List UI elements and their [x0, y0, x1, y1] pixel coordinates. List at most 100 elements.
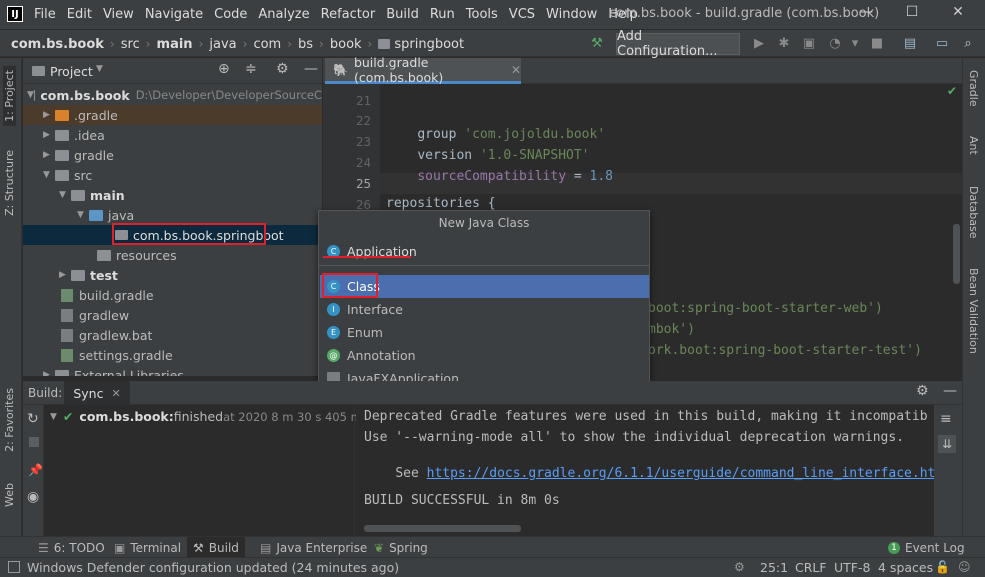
- add-configuration-button[interactable]: Add Configuration...: [616, 29, 740, 59]
- status-line-separator[interactable]: CRLF: [795, 560, 827, 575]
- close-tab-icon[interactable]: ✕: [111, 387, 120, 400]
- tree-item-settings-gradle[interactable]: settings.gradle: [23, 345, 322, 365]
- crumb-springboot[interactable]: springboot: [394, 37, 464, 52]
- tab-bean-validation[interactable]: Bean Validation: [967, 268, 980, 354]
- tab-web[interactable]: Web: [3, 483, 16, 507]
- status-encoding[interactable]: UTF-8: [834, 560, 870, 575]
- tree-item-resources[interactable]: resources: [23, 245, 322, 265]
- kind-annotation[interactable]: @ Annotation: [320, 344, 649, 367]
- menu-file[interactable]: File: [34, 7, 56, 22]
- kind-label: Interface: [347, 302, 403, 317]
- terminal-window-icon[interactable]: ▭: [933, 35, 951, 53]
- chevron-down-icon[interactable]: ▾: [846, 35, 864, 53]
- stop-icon[interactable]: ■: [868, 35, 886, 53]
- terminal-icon: ▣: [114, 540, 126, 555]
- tool-todo[interactable]: ☰ 6: TODO: [32, 537, 111, 558]
- status-indent[interactable]: 4 spaces: [878, 560, 933, 575]
- stop-icon[interactable]: [29, 437, 39, 447]
- tree-item-label: test: [90, 267, 118, 283]
- menu-build[interactable]: Build: [386, 7, 419, 22]
- status-position[interactable]: 25:1: [760, 560, 788, 575]
- menu-refactor[interactable]: Refactor: [321, 7, 376, 22]
- hide-icon[interactable]: —: [304, 61, 318, 77]
- tree-item-dotgradle[interactable]: ▶ .gradle: [23, 105, 322, 125]
- tree-item-main[interactable]: ▼ main: [23, 185, 322, 205]
- editor-tab-build-gradle[interactable]: 🐘 build.gradle (com.bs.book) ✕: [325, 55, 521, 85]
- crumb-src[interactable]: src: [121, 37, 140, 52]
- kind-interface[interactable]: I Interface: [320, 298, 649, 321]
- debug-icon[interactable]: ✱: [775, 35, 793, 53]
- tool-terminal[interactable]: ▣ Terminal: [108, 537, 187, 558]
- inspector-icon[interactable]: ☺: [958, 560, 971, 574]
- tool-build[interactable]: ⚒ Build: [187, 537, 245, 558]
- run-icon[interactable]: ▶: [750, 35, 768, 53]
- close-tab-icon[interactable]: ✕: [511, 63, 521, 77]
- status-message[interactable]: Windows Defender configuration updated (…: [27, 560, 399, 575]
- hide-icon[interactable]: —: [943, 383, 957, 399]
- crumb-com[interactable]: com: [253, 37, 281, 52]
- menu-edit[interactable]: Edit: [67, 7, 92, 22]
- chevron-down-icon[interactable]: ▼: [96, 64, 103, 74]
- tree-item-external-libraries[interactable]: ▶ External Libraries: [23, 365, 322, 376]
- tree-item-build-gradle[interactable]: build.gradle: [23, 285, 322, 305]
- tree-item-src[interactable]: ▼ src: [23, 165, 322, 185]
- project-structure-icon[interactable]: ▤: [901, 35, 919, 53]
- project-panel-title[interactable]: Project: [50, 64, 93, 79]
- crumb-book[interactable]: book: [330, 37, 362, 52]
- tab-sync[interactable]: Sync ✕: [64, 381, 130, 405]
- kind-enum[interactable]: E Enum: [320, 321, 649, 344]
- tool-spring[interactable]: ❦ Spring: [368, 537, 434, 558]
- soft-wrap-icon[interactable]: ≡: [940, 411, 952, 427]
- menu-window[interactable]: Window: [546, 7, 597, 22]
- scroll-to-end-icon[interactable]: ⇊: [938, 435, 956, 453]
- rerun-icon[interactable]: ↻: [27, 411, 39, 427]
- menu-code[interactable]: Code: [214, 7, 247, 22]
- crumb-project[interactable]: com.bs.book: [11, 37, 104, 52]
- build-status-row[interactable]: ▼ ✔ com.bs.book: finished at 2020 8 m 30…: [50, 409, 368, 424]
- eye-icon[interactable]: ◉: [27, 489, 39, 505]
- tree-item-test[interactable]: ▶ test: [23, 265, 322, 285]
- build-output-console[interactable]: Deprecated Gradle features were used in …: [356, 405, 934, 536]
- menu-run[interactable]: Run: [430, 7, 455, 22]
- docs-link[interactable]: https://docs.gradle.org/6.1.1/userguide/…: [427, 466, 934, 481]
- editor-scrollbar[interactable]: [953, 224, 960, 284]
- crumb-bs[interactable]: bs: [298, 37, 313, 52]
- tab-ant[interactable]: Ant: [967, 136, 980, 155]
- crumb-java[interactable]: java: [209, 37, 236, 52]
- gear-icon[interactable]: ⚙: [276, 61, 289, 77]
- tree-item-idea[interactable]: ▶ .idea: [23, 125, 322, 145]
- tool-java-enterprise[interactable]: ▤ Java Enterprise: [254, 537, 373, 558]
- tab-favorites[interactable]: 2: Favorites: [3, 388, 16, 452]
- tab-database[interactable]: Database: [967, 186, 980, 239]
- gear-icon[interactable]: ⚙: [916, 383, 929, 399]
- horizontal-scrollbar[interactable]: [364, 525, 521, 532]
- pin-icon[interactable]: 📌: [28, 463, 43, 477]
- class-name-input[interactable]: C Application: [325, 239, 643, 263]
- menu-navigate[interactable]: Navigate: [145, 7, 203, 22]
- tab-structure[interactable]: Z: Structure: [3, 150, 16, 216]
- tree-item-gradlew-bat[interactable]: gradlew.bat: [23, 325, 322, 345]
- hammer-icon[interactable]: ⚒: [588, 35, 606, 53]
- tool-windows-icon[interactable]: [8, 561, 20, 573]
- profile-icon[interactable]: ◔: [826, 35, 844, 53]
- tree-item-gradlew[interactable]: gradlew: [23, 305, 322, 325]
- tree-item-java[interactable]: ▼ java: [23, 205, 322, 225]
- search-icon[interactable]: ⌕: [959, 35, 977, 53]
- tree-item-root[interactable]: ▼ com.bs.book D:\Developer\DeveloperSour…: [23, 85, 322, 105]
- tab-gradle[interactable]: Gradle: [967, 70, 980, 107]
- tab-project[interactable]: 1: Project: [3, 66, 16, 126]
- crumb-main[interactable]: main: [157, 37, 193, 52]
- menu-tools[interactable]: Tools: [466, 7, 498, 22]
- maximize-icon[interactable]: ☐: [902, 4, 922, 24]
- collapse-all-icon[interactable]: ≑: [245, 61, 257, 77]
- tree-item-gradle[interactable]: ▶ gradle: [23, 145, 322, 165]
- menu-vcs[interactable]: VCS: [509, 7, 535, 22]
- close-icon[interactable]: ✕: [948, 4, 968, 24]
- menu-analyze[interactable]: Analyze: [258, 7, 309, 22]
- menu-view[interactable]: View: [103, 7, 134, 22]
- tool-event-log[interactable]: 1 Event Log: [882, 537, 971, 558]
- coverage-icon[interactable]: ▣: [800, 35, 818, 53]
- lock-icon[interactable]: 🔓: [935, 560, 950, 574]
- locate-icon[interactable]: ⊕: [218, 61, 230, 77]
- minimize-icon[interactable]: —: [856, 4, 876, 24]
